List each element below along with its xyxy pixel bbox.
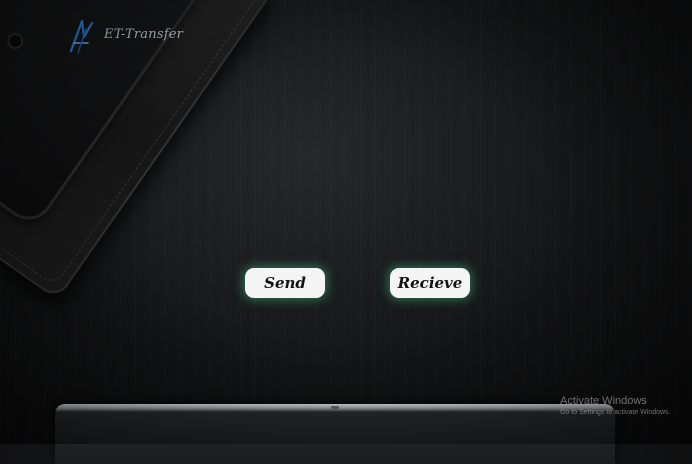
receive-button[interactable]: Recieve: [390, 268, 470, 298]
watermark-title: Activate Windows: [560, 395, 647, 407]
send-button[interactable]: Send: [245, 268, 325, 298]
activation-watermark: Activate Windows Go to Settings to activ…: [560, 395, 671, 416]
laptop-notch: [331, 406, 339, 409]
laptop-image: [55, 404, 615, 464]
phone-camera: [6, 32, 24, 50]
app-title: ET-Transfer: [104, 26, 184, 42]
et-transfer-logo-icon: [69, 19, 94, 54]
watermark-subtitle: Go to Settings to activate Windows.: [560, 409, 671, 416]
app-logo: ET-Transfer: [68, 16, 183, 56]
